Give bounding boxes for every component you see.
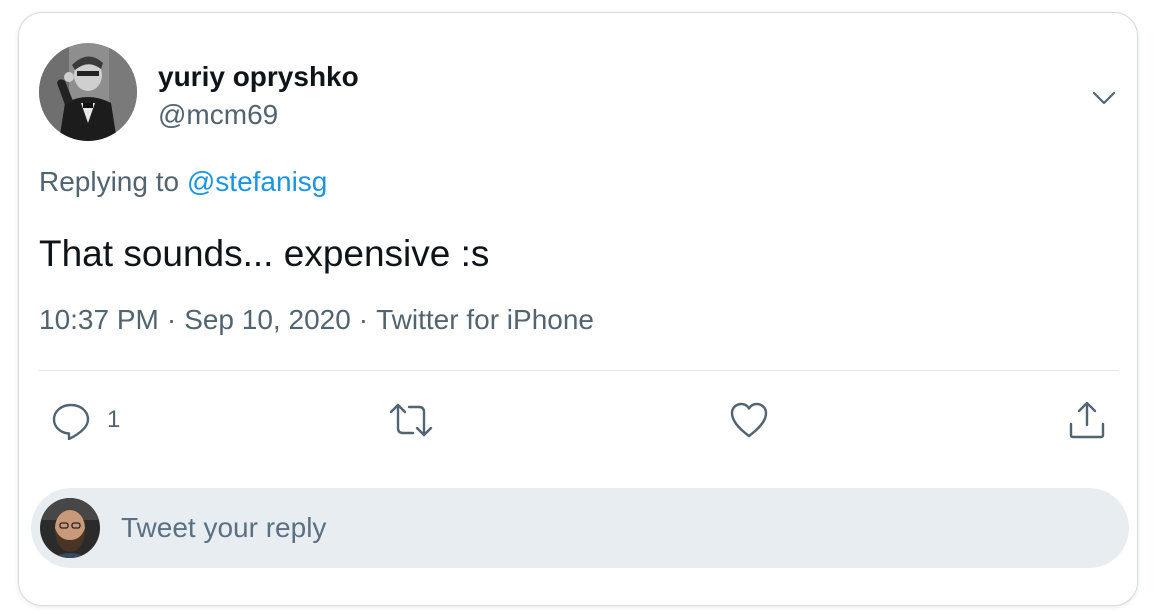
like-button[interactable] [729,398,769,442]
reply-count: 1 [107,406,121,433]
comment-icon [51,400,91,440]
author-name[interactable]: yuriy opryshko [158,61,359,93]
tweet-date[interactable]: Sep 10, 2020 [184,304,351,335]
reply-compose-bar[interactable]: Tweet your reply [31,488,1129,568]
author-avatar[interactable] [39,43,137,141]
divider [39,370,1119,371]
reply-button[interactable]: 1 [51,398,120,442]
tweet-card: yuriy opryshko @mcm69 Replying to @stefa… [18,12,1138,606]
tweet-source[interactable]: Twitter for iPhone [376,304,594,335]
author-handle[interactable]: @mcm69 [158,99,278,131]
retweet-icon [387,400,435,440]
retweet-button[interactable] [387,398,435,442]
meta-separator: · [166,304,177,335]
share-icon [1067,400,1107,440]
reply-mention-link[interactable]: @stefanisg [187,166,328,197]
share-button[interactable] [1067,398,1107,442]
user-avatar[interactable] [40,498,100,558]
meta-separator: · [358,304,369,335]
chevron-down-icon[interactable] [1089,83,1119,113]
tweet-text: That sounds... expensive :s [39,233,490,274]
heart-icon [729,400,769,440]
tweet-time[interactable]: 10:37 PM [39,304,159,335]
replying-to-line: Replying to @stefanisg [39,166,327,198]
tweet-meta: 10:37 PM · Sep 10, 2020 · Twitter for iPhone [39,304,594,336]
replying-to-label: Replying to [39,166,180,197]
reply-input-placeholder[interactable]: Tweet your reply [121,512,326,544]
